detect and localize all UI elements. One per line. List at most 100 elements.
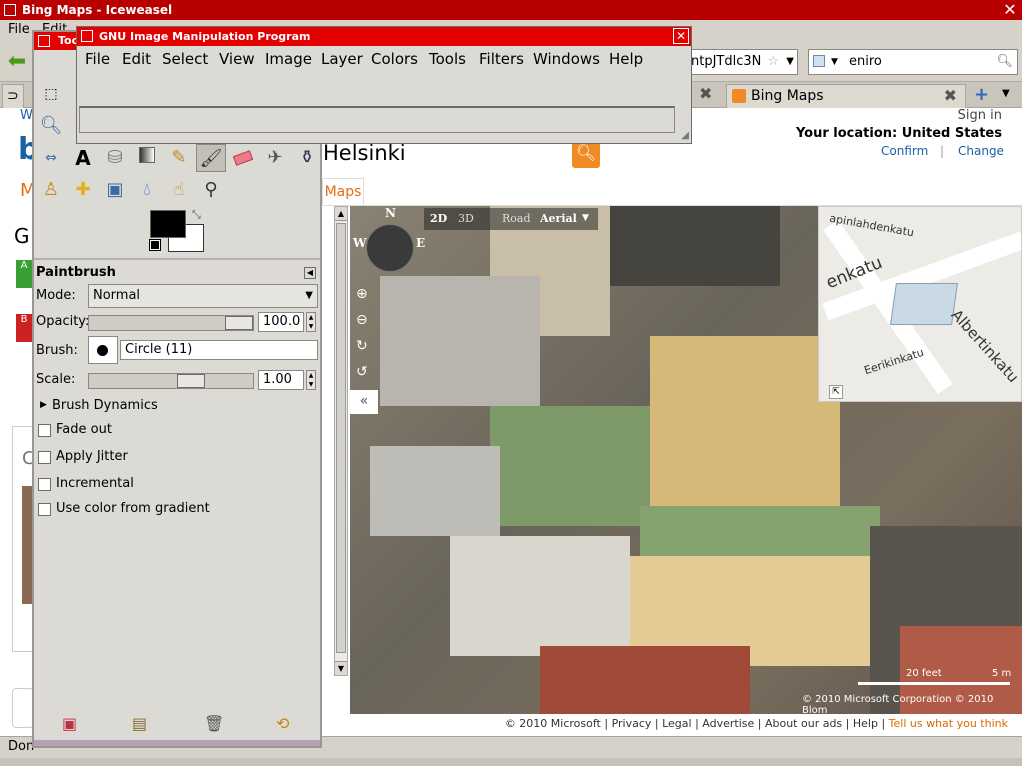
tab-previous[interactable]: ⊃ xyxy=(2,84,24,108)
brush-name-field[interactable]: Circle (11) xyxy=(120,340,318,360)
minimap[interactable]: apinlahdenkatu enkatu Albertinkatu Eerik… xyxy=(818,206,1022,402)
bookmark-star-icon[interactable]: ☆ xyxy=(767,50,779,74)
footer-about-ads[interactable]: About our ads xyxy=(765,717,842,730)
rect-select-tool-icon[interactable]: ⬚ xyxy=(36,80,66,108)
road-button[interactable]: Road xyxy=(502,212,531,225)
expander-arrow-icon[interactable]: ▶ xyxy=(40,400,47,410)
save-options-icon[interactable]: ▣ xyxy=(62,714,77,733)
mode-2d-button[interactable]: 2D xyxy=(430,212,447,225)
search-input[interactable]: eniro xyxy=(849,50,882,74)
toolbox-title-icon[interactable] xyxy=(38,35,50,47)
menu-file[interactable]: File xyxy=(8,22,30,37)
sign-in-link[interactable]: Sign in xyxy=(958,108,1002,123)
search-button[interactable]: 🔍︎ xyxy=(572,140,600,168)
dodge-burn-tool-icon[interactable]: ⚲ xyxy=(196,176,226,204)
incremental-checkbox[interactable] xyxy=(38,478,51,491)
collapse-panel-button[interactable]: « xyxy=(350,390,378,414)
footer-advertise[interactable]: Advertise xyxy=(702,717,754,730)
footer-help[interactable]: Help xyxy=(853,717,878,730)
confirm-link[interactable]: Confirm xyxy=(881,144,928,158)
opacity-spinner[interactable]: ▲ ▼ xyxy=(306,312,316,332)
gimp-menu-windows[interactable]: Windows xyxy=(533,46,600,72)
minimap-expand-icon[interactable]: ⇱ xyxy=(829,385,843,399)
opacity-slider-knob[interactable] xyxy=(225,316,253,330)
bucket-fill-tool-icon[interactable]: ⛁ xyxy=(100,144,130,172)
ink-tool-icon[interactable]: ⚱︎ xyxy=(292,144,320,172)
eraser-tool-icon[interactable] xyxy=(228,144,258,172)
scroll-down-icon[interactable]: ▼ xyxy=(335,661,347,675)
search-engine-icon[interactable] xyxy=(813,55,825,67)
rotate-left-icon[interactable]: ↺ xyxy=(356,364,368,380)
gimp-menu-file[interactable]: File xyxy=(85,46,110,72)
opacity-slider[interactable] xyxy=(88,315,254,331)
magnifier-icon[interactable]: 🔍︎ xyxy=(996,50,1013,74)
restore-options-icon[interactable]: ▤ xyxy=(132,714,147,733)
resize-grip-icon[interactable]: ◢ xyxy=(681,130,689,141)
zoom-in-icon[interactable]: ⊕ xyxy=(356,286,368,302)
search-engine-dropdown-icon[interactable]: ▼ xyxy=(831,50,838,74)
compass-control[interactable] xyxy=(366,224,414,272)
gimp-menu-help[interactable]: Help xyxy=(609,46,643,72)
zoom-out-icon[interactable]: ⊖ xyxy=(356,312,368,328)
scroll-up-icon[interactable]: ▲ xyxy=(335,207,347,221)
scale-slider-knob[interactable] xyxy=(177,374,205,388)
rotate-right-icon[interactable]: ↻ xyxy=(356,338,368,354)
blend-tool-icon[interactable] xyxy=(132,144,162,172)
opacity-field[interactable]: 100.0 xyxy=(258,312,304,332)
footer-feedback[interactable]: Tell us what you think xyxy=(889,717,1008,730)
tab-bing-maps[interactable]: Bing Maps ✖ xyxy=(726,84,966,108)
aerial-dropdown-icon[interactable]: ▼ xyxy=(582,213,589,223)
airbrush-tool-icon[interactable]: ✈︎ xyxy=(260,144,290,172)
mode-select[interactable]: Normal ▼ xyxy=(88,284,318,308)
close-icon[interactable]: ✕ xyxy=(673,28,689,44)
paintbrush-tool-icon[interactable]: 🖌︎ xyxy=(196,144,226,172)
perspective-clone-tool-icon[interactable]: ▣ xyxy=(100,176,130,204)
back-arrow-icon[interactable]: ⬅ xyxy=(4,50,30,74)
gimp-menu-select[interactable]: Select xyxy=(162,46,208,72)
window-menu-icon[interactable] xyxy=(4,4,16,16)
gimp-window-menu-icon[interactable] xyxy=(81,30,93,42)
gimp-menu-image[interactable]: Image xyxy=(265,46,312,72)
tab-close-icon[interactable]: ✖ xyxy=(699,84,712,103)
gradient-color-checkbox[interactable] xyxy=(38,503,51,516)
search-bar[interactable]: ▼ eniro 🔍︎ xyxy=(808,49,1018,75)
scale-slider[interactable] xyxy=(88,373,254,389)
apply-jitter-checkbox[interactable] xyxy=(38,451,51,464)
gimp-menu-tools[interactable]: Tools xyxy=(429,46,466,72)
maps-tab[interactable]: Maps xyxy=(322,178,364,206)
footer-legal[interactable]: Legal xyxy=(662,717,691,730)
zoom-tool-icon[interactable]: 🔍︎ xyxy=(36,112,66,140)
gimp-menu-colors[interactable]: Colors xyxy=(371,46,418,72)
footer-privacy[interactable]: Privacy xyxy=(612,717,652,730)
gimp-menu-view[interactable]: View xyxy=(219,46,255,72)
scroll-thumb[interactable] xyxy=(336,223,346,653)
blur-tool-icon[interactable]: 💧︎ xyxy=(132,176,162,204)
gimp-menu-edit[interactable]: Edit xyxy=(122,46,151,72)
gimp-menu-filters[interactable]: Filters xyxy=(479,46,524,72)
tab-list-icon[interactable]: ▼ xyxy=(1002,88,1010,99)
dropdown-arrow-icon[interactable]: ▼ xyxy=(786,50,794,74)
text-tool-icon[interactable]: A xyxy=(68,144,98,172)
default-colors-icon[interactable] xyxy=(149,239,161,251)
gimp-menu-layer[interactable]: Layer xyxy=(321,46,363,72)
aerial-button[interactable]: Aerial xyxy=(540,212,577,225)
brush-dynamics-expander[interactable]: Brush Dynamics xyxy=(52,398,158,413)
change-link[interactable]: Change xyxy=(958,144,1004,158)
heal-tool-icon[interactable]: ✚ xyxy=(68,176,98,204)
dock-menu-icon[interactable]: ◀ xyxy=(304,267,316,279)
swap-colors-icon[interactable]: ⤡ xyxy=(192,208,201,222)
new-tab-icon[interactable]: + xyxy=(974,84,989,105)
mode-3d-button[interactable]: 3D xyxy=(458,212,474,225)
brush-preview-button[interactable] xyxy=(88,336,118,364)
close-icon[interactable]: ✕ xyxy=(1002,1,1018,18)
pencil-tool-icon[interactable]: ✎ xyxy=(164,144,194,172)
tab-close-icon[interactable]: ✖ xyxy=(944,85,957,107)
scale-field[interactable]: 1.00 xyxy=(258,370,304,390)
left-panel-scrollbar[interactable]: ▲ ▼ xyxy=(334,206,348,676)
scale-spinner[interactable]: ▲ ▼ xyxy=(306,370,316,390)
fade-out-checkbox[interactable] xyxy=(38,424,51,437)
delete-options-icon[interactable]: 🗑︎ xyxy=(204,714,224,733)
clone-tool-icon[interactable]: ♙ xyxy=(36,176,66,204)
flip-tool-icon[interactable]: ⇔ xyxy=(36,144,66,172)
url-bar[interactable]: ntpJTdlc3N ☆ ▼ xyxy=(688,49,798,75)
